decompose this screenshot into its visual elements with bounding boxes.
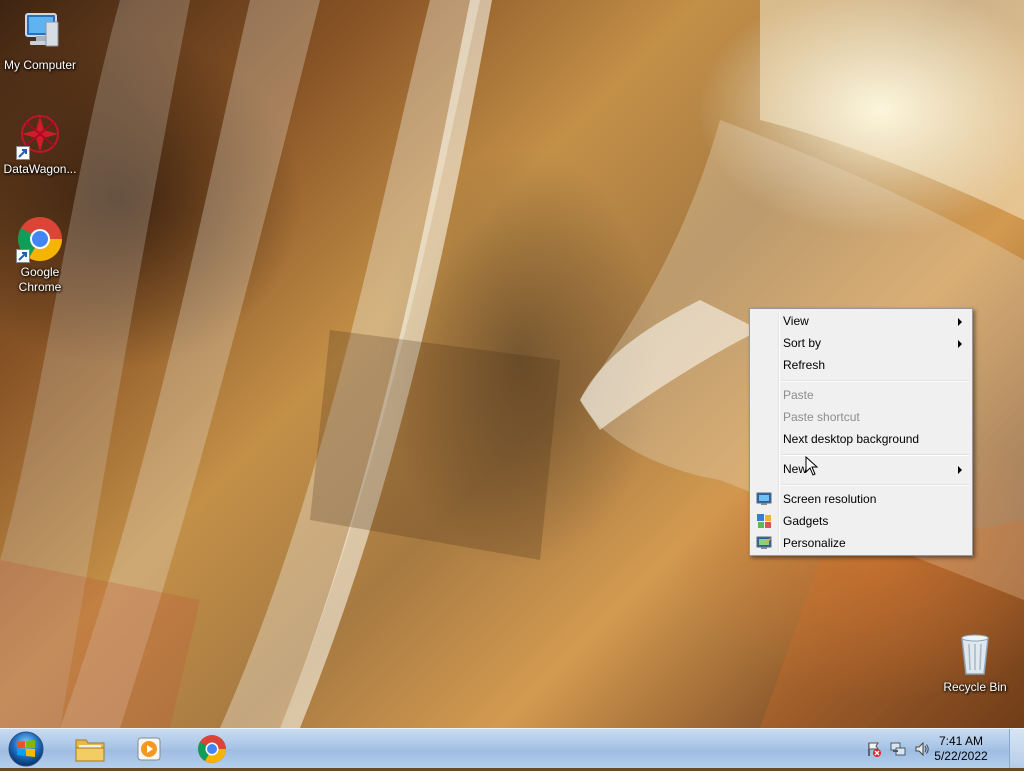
menu-item-label: Sort by — [783, 336, 822, 350]
desktop-icon-my-computer[interactable]: My Computer — [0, 8, 80, 73]
menu-item-new[interactable]: New — [752, 458, 970, 480]
menu-item-paste-shortcut[interactable]: Paste shortcut — [752, 406, 970, 428]
system-tray: 7:41 AM 5/22/2022 — [854, 729, 1024, 769]
menu-item-label: New — [783, 462, 808, 476]
menu-item-gadgets[interactable]: Gadgets — [752, 510, 970, 532]
taskbar-button-windows-explorer[interactable] — [62, 732, 118, 766]
menu-item-label: Screen resolution — [783, 492, 877, 506]
taskbar-clock[interactable]: 7:41 AM 5/22/2022 — [926, 734, 996, 764]
datawagon-icon — [16, 112, 64, 160]
action-center-icon[interactable] — [866, 741, 882, 757]
desktop-icon-datawagon[interactable]: DataWagon... — [0, 112, 80, 177]
menu-item-personalize[interactable]: Personalize — [752, 532, 970, 554]
menu-item-view[interactable]: View — [752, 310, 970, 332]
desktop-icon-label: My Computer — [3, 58, 77, 72]
menu-item-screen-resolution[interactable]: Screen resolution — [752, 488, 970, 510]
display-icon — [756, 491, 772, 507]
gadgets-icon — [756, 513, 772, 529]
menu-item-label: Paste — [783, 388, 814, 402]
shortcut-arrow-icon — [16, 146, 30, 160]
taskbar: 7:41 AM 5/22/2022 — [0, 728, 1024, 768]
recycle-bin-icon — [951, 630, 999, 678]
folder-icon — [75, 739, 105, 762]
clock-date: 5/22/2022 — [934, 749, 988, 763]
show-desktop-button[interactable] — [1009, 729, 1024, 768]
chrome-icon — [16, 215, 64, 263]
desktop-icon-label: Recycle Bin — [943, 680, 1007, 694]
taskbar-button-google-chrome[interactable] — [184, 732, 240, 766]
desktop-icon-google-chrome[interactable]: Google Chrome — [0, 215, 80, 295]
desktop-icon-recycle-bin[interactable]: Recycle Bin — [935, 630, 1015, 695]
menu-item-label: Refresh — [783, 358, 826, 372]
menu-item-label: Gadgets — [783, 514, 829, 528]
menu-item-label: Paste shortcut — [783, 410, 860, 424]
menu-item-sort-by[interactable]: Sort by — [752, 332, 970, 354]
menu-item-next-desktop-background[interactable]: Next desktop background — [752, 428, 970, 450]
menu-item-paste[interactable]: Paste — [752, 384, 970, 406]
shortcut-arrow-icon — [16, 249, 30, 263]
desktop-icon-label: Google Chrome — [18, 265, 62, 294]
menu-item-label: Next desktop background — [783, 432, 920, 446]
media-player-icon — [137, 737, 161, 761]
menu-item-label: View — [783, 314, 809, 328]
menu-item-label: Personalize — [783, 536, 846, 550]
windows-logo-icon — [8, 731, 44, 767]
menu-separator — [781, 380, 969, 382]
submenu-arrow-icon — [958, 340, 962, 348]
desktop-icon-label: DataWagon... — [3, 162, 77, 176]
computer-icon — [16, 8, 64, 56]
chrome-icon — [198, 735, 226, 763]
taskbar-button-media-player[interactable] — [122, 732, 178, 766]
menu-separator — [781, 484, 969, 486]
submenu-arrow-icon — [958, 318, 962, 326]
mouse-cursor-icon — [805, 456, 819, 476]
start-button[interactable] — [6, 730, 46, 768]
personalize-icon — [756, 535, 772, 551]
desktop-context-menu: View Sort by Refresh Paste Paste shortcu… — [749, 308, 973, 556]
menu-item-refresh[interactable]: Refresh — [752, 354, 970, 376]
submenu-arrow-icon — [958, 466, 962, 474]
network-icon[interactable] — [890, 741, 906, 757]
clock-time: 7:41 AM — [938, 734, 984, 748]
